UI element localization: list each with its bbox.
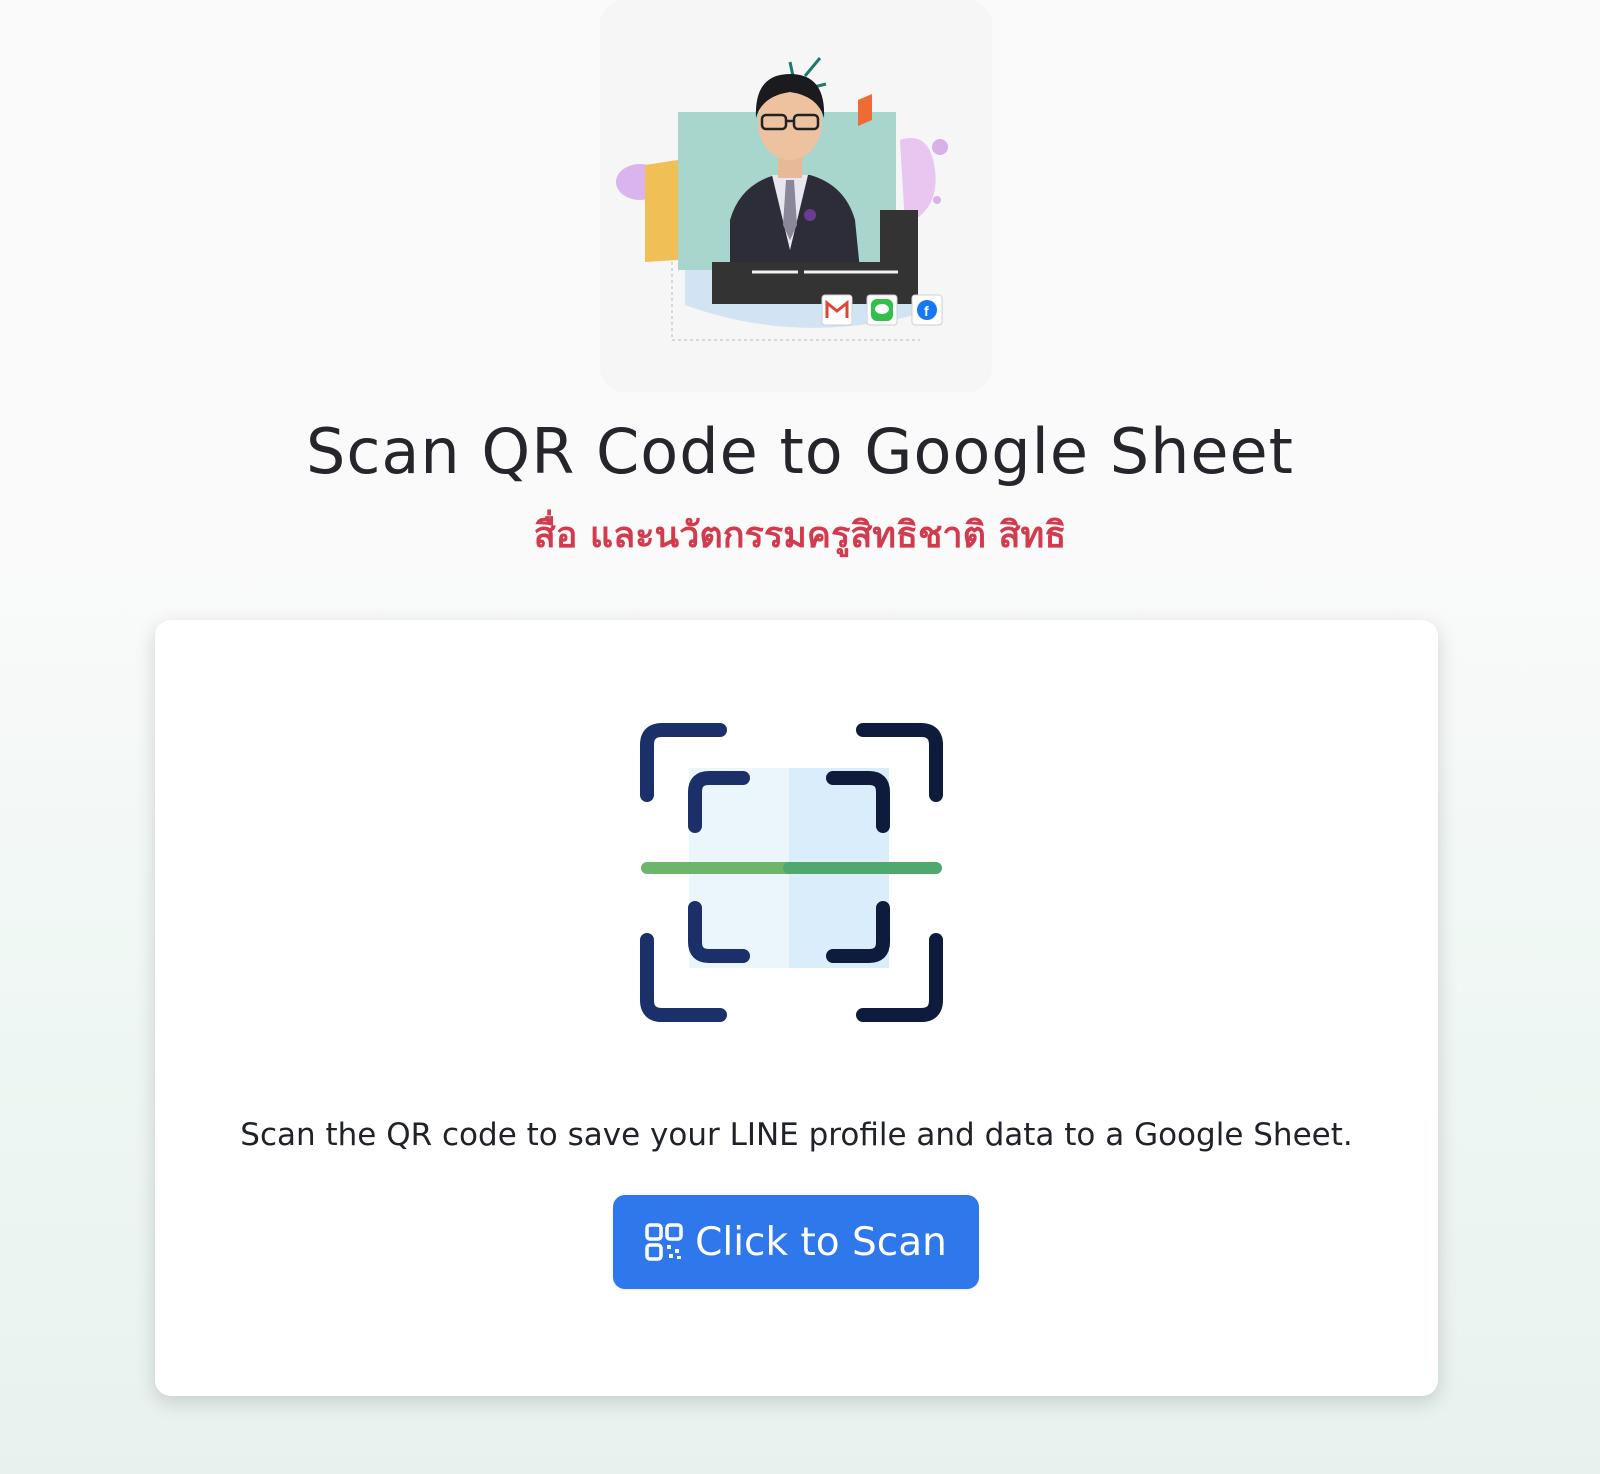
click-to-scan-button[interactable]: Click to Scan [613,1195,979,1289]
facebook-icon: f [911,294,943,326]
click-to-scan-label: Click to Scan [695,1219,947,1265]
decor-spark [788,61,795,77]
decor-panel [645,160,678,262]
page-subtitle: สื่อ และนวัตกรรมครูสิทธิชาติ สิทธิ [533,515,1067,556]
svg-text:f: f [924,303,929,319]
scan-card: Scan the QR code to save your LINE profi… [155,620,1438,1396]
qr-code-icon [645,1223,683,1261]
gmail-icon [821,294,853,326]
decor-dot [933,196,941,204]
page-title: Scan QR Code to Google Sheet [305,415,1294,488]
line-icon [866,294,898,326]
scan-description: Scan the QR code to save your LINE profi… [240,1117,1353,1153]
person-badge [804,209,816,221]
hero-illustration: f [600,0,992,392]
qr-scan-frame-icon [637,720,957,1040]
decor-spark [803,57,822,77]
decor-dot [932,139,948,155]
